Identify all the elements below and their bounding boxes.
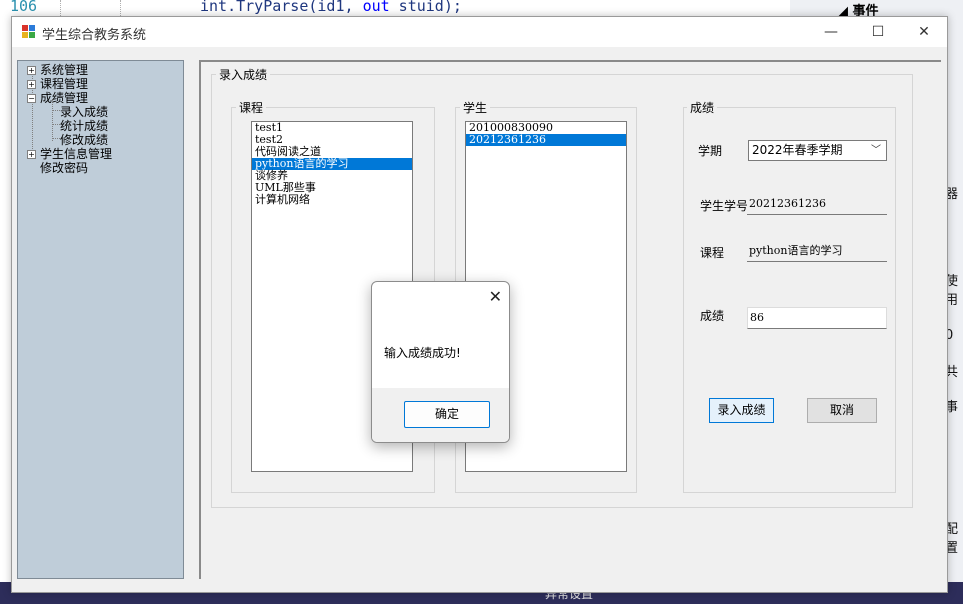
success-dialog: ✕ 输入成绩成功! 确定	[371, 281, 510, 443]
chevron-down-icon: ﹀	[871, 145, 881, 156]
score-group	[683, 107, 896, 493]
indent-guide	[120, 0, 122, 16]
dialog-message: 输入成绩成功!	[384, 346, 461, 360]
tree-item-score-management[interactable]: 成绩管理	[40, 91, 88, 105]
ok-button[interactable]: 确定	[404, 401, 490, 428]
cancel-button[interactable]: 取消	[807, 398, 877, 423]
score-group-title: 成绩	[687, 99, 718, 116]
title-bar[interactable]: 学生综合教务系统 — ☐ ✕	[12, 17, 947, 47]
dialog-close-button[interactable]: ✕	[489, 287, 502, 306]
tree-item-score-statistics[interactable]: 统计成绩	[60, 119, 108, 133]
tree-item-student-info[interactable]: 学生信息管理	[40, 147, 112, 161]
score-input[interactable]: 86	[747, 307, 887, 329]
course-field[interactable]: python语言的学习	[747, 241, 887, 262]
expand-icon[interactable]: +	[27, 80, 36, 89]
enter-score-button[interactable]: 录入成绩	[709, 398, 774, 423]
tree-connector	[52, 99, 53, 141]
minimize-button[interactable]: —	[808, 17, 854, 47]
list-item[interactable]: 计算机网络	[252, 194, 412, 206]
tree-connector	[52, 124, 60, 125]
student-id-label: 学生学号	[700, 199, 749, 213]
window-title: 学生综合教务系统	[42, 28, 147, 43]
tree-item-course-management[interactable]: 课程管理	[40, 77, 88, 91]
score-label: 成绩	[700, 309, 725, 323]
app-icon	[22, 25, 36, 39]
term-select[interactable]: 2022年春季学期 ﹀	[748, 140, 887, 161]
content-panel: 录入成绩 课程 test1 test2 代码阅读之道 python语言的学习 谈…	[199, 60, 941, 579]
term-label: 学期	[698, 144, 723, 158]
line-number: 106	[10, 0, 38, 15]
tree-connector	[52, 138, 60, 139]
code-line: 106 int.TryParse(id1, out stuid);	[0, 0, 790, 16]
expand-icon[interactable]: +	[27, 150, 36, 159]
indent-guide	[60, 0, 62, 16]
list-item-selected[interactable]: 20212361236	[466, 134, 626, 146]
tree-item-modify-score[interactable]: 修改成绩	[60, 133, 108, 147]
close-button[interactable]: ✕	[901, 17, 947, 47]
expand-icon[interactable]: +	[27, 66, 36, 75]
term-select-value: 2022年春季学期	[752, 143, 843, 157]
course-label: 课程	[700, 246, 725, 260]
enter-score-group-title: 录入成绩	[216, 66, 271, 83]
student-group-title: 学生	[460, 99, 491, 116]
tree-connector	[52, 110, 60, 111]
tree-item-system-management[interactable]: 系统管理	[40, 63, 88, 77]
collapse-icon[interactable]: −	[27, 94, 36, 103]
dialog-footer: 确定	[372, 388, 509, 442]
tree-item-enter-score[interactable]: 录入成绩	[60, 105, 108, 119]
maximize-button[interactable]: ☐	[855, 17, 901, 47]
code-text: int.TryParse(id1, out stuid);	[200, 0, 462, 15]
course-group-title: 课程	[236, 99, 267, 116]
tree-item-change-password[interactable]: 修改密码	[40, 161, 88, 175]
student-id-field[interactable]: 20212361236	[747, 194, 887, 215]
nav-tree[interactable]: + 系统管理 + 课程管理 − 成绩管理 录入成绩 统计成绩 修改成绩 + 学生…	[17, 60, 184, 579]
